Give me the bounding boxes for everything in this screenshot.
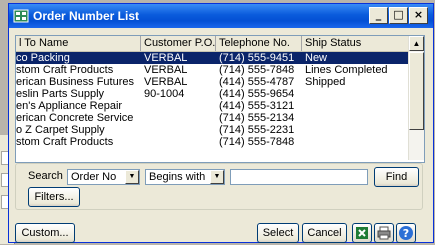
cell-name: erican Concrete Service [16, 112, 134, 124]
minimize-icon[interactable]: _ [369, 7, 388, 24]
select-button[interactable]: Select [257, 223, 299, 243]
print-icon[interactable] [374, 223, 394, 243]
help-icon[interactable]: ? [396, 223, 416, 243]
question-icon: ? [399, 226, 413, 240]
dialog-body: l To Name Customer P.O. Telephone No. Sh… [12, 30, 430, 243]
chevron-down-icon[interactable]: ▼ [125, 170, 139, 184]
app-icon [13, 9, 29, 23]
cell-po: 90-1004 [144, 88, 185, 100]
cell-name: stom Craft Products [16, 136, 114, 148]
table-row[interactable]: co Packing VERBAL (714) 555-9451 New [16, 52, 409, 64]
table-row[interactable]: erican Concrete Service (714) 555-2134 [16, 112, 409, 124]
printer-icon [377, 226, 391, 240]
svg-text:?: ? [403, 227, 409, 240]
cell-po [144, 100, 216, 112]
search-operator-select[interactable]: Begins with ▼ [145, 169, 225, 185]
cell-po: VERBAL [144, 64, 188, 76]
cell-status: Shipped [305, 76, 346, 88]
custom-button[interactable]: Custom... [15, 223, 75, 243]
vertical-scrollbar[interactable]: ▲ [408, 36, 424, 160]
table-row[interactable]: erican Business Futures VERBAL (414) 555… [16, 76, 409, 88]
column-header-phone[interactable]: Telephone No. [216, 36, 302, 51]
cell-status: Lines Completed [305, 64, 388, 76]
search-group: Search Order No ▼ Begins with ▼ Find Fil… [15, 163, 423, 210]
cell-po [144, 124, 216, 136]
cell-name: co Packing [16, 52, 70, 64]
search-label: Search [28, 170, 63, 182]
cell-po: VERBAL [144, 76, 188, 88]
cell-phone: (414) 555-4787 [219, 76, 295, 88]
cell-name: stom Craft Products [16, 64, 114, 76]
cell-status [305, 88, 409, 100]
cell-phone: (414) 555-3121 [219, 100, 295, 112]
cell-status [305, 112, 409, 124]
table-row[interactable]: eslin Parts Supply 90-1004 (414) 555-965… [16, 88, 409, 100]
cell-status [305, 136, 409, 148]
table-row[interactable]: stom Craft Products (714) 555-7848 [16, 136, 409, 148]
title-bar[interactable]: Order Number List _ □ × [9, 4, 433, 28]
cell-status [305, 100, 409, 112]
excel-icon [356, 227, 368, 239]
table-row[interactable]: en's Appliance Repair (414) 555-3121 [16, 100, 409, 112]
search-input[interactable] [230, 169, 368, 185]
search-operator-value: Begins with [149, 171, 206, 183]
cell-phone: (714) 555-2231 [219, 124, 295, 136]
cell-name: o Z Carpet Supply [16, 124, 105, 136]
cell-po [144, 112, 216, 124]
cell-phone: (714) 555-9451 [219, 52, 295, 64]
cell-status [305, 124, 409, 136]
cell-name: en's Appliance Repair [16, 100, 123, 112]
maximize-icon[interactable]: □ [389, 7, 408, 24]
cell-status: New [305, 52, 328, 64]
window-title: Order Number List [33, 9, 140, 23]
search-field-value: Order No [71, 171, 117, 183]
column-header-status[interactable]: Ship Status [302, 36, 409, 51]
table-row[interactable]: stom Craft Products VERBAL (714) 555-784… [16, 64, 409, 76]
cell-phone: (714) 555-7848 [219, 64, 295, 76]
scroll-up-icon[interactable]: ▲ [409, 36, 424, 51]
filters-button[interactable]: Filters... [28, 187, 80, 207]
scroll-thumb[interactable] [409, 52, 424, 130]
cell-po [144, 136, 216, 148]
cancel-button[interactable]: Cancel [302, 223, 347, 243]
export-excel-icon[interactable] [352, 223, 372, 243]
search-field-select[interactable]: Order No ▼ [67, 169, 140, 185]
cell-po: VERBAL [144, 52, 188, 64]
chevron-down-icon[interactable]: ▼ [210, 170, 224, 184]
order-list[interactable]: l To Name Customer P.O. Telephone No. Sh… [15, 35, 425, 163]
cell-name: erican Business Futures [16, 76, 134, 88]
cell-phone: (714) 555-2134 [219, 112, 295, 124]
find-button[interactable]: Find [374, 167, 419, 187]
table-row[interactable]: o Z Carpet Supply (714) 555-2231 [16, 124, 409, 136]
cell-name: eslin Parts Supply [16, 88, 105, 100]
order-number-list-window: Order Number List _ □ × l To Name Custom… [8, 3, 434, 243]
close-icon[interactable]: × [409, 7, 428, 24]
cell-phone: (414) 555-9654 [219, 88, 295, 100]
list-header: l To Name Customer P.O. Telephone No. Sh… [16, 36, 409, 52]
column-header-name[interactable]: l To Name [16, 36, 141, 51]
cell-phone: (714) 555-7848 [219, 136, 295, 148]
column-header-po[interactable]: Customer P.O. [141, 36, 216, 51]
